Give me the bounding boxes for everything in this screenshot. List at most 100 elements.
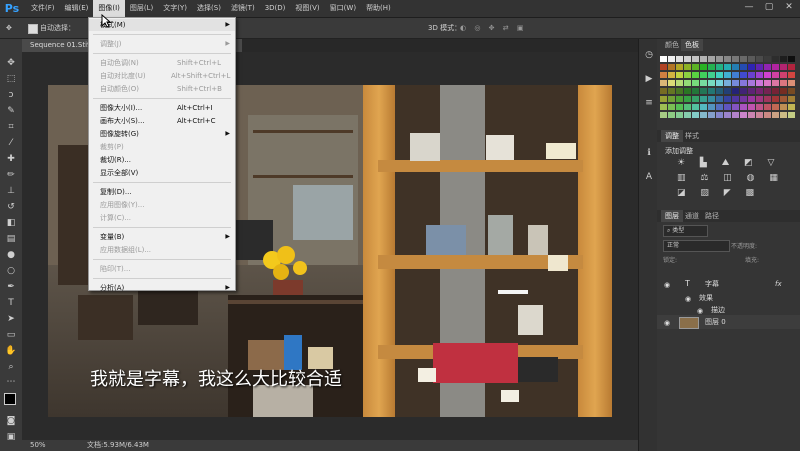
color-swatch[interactable] (708, 80, 715, 86)
color-swatch[interactable] (764, 96, 771, 102)
image-menu-item[interactable]: 裁切(R)... (89, 154, 235, 166)
tab-adjustments[interactable]: 调整 (661, 130, 683, 142)
color-swatch[interactable] (780, 96, 787, 102)
color-swatch[interactable] (780, 112, 787, 118)
color-swatch[interactable] (740, 72, 747, 78)
color-swatch[interactable] (748, 56, 755, 62)
tab-color[interactable]: 颜色 (661, 39, 683, 51)
quick-select-icon[interactable]: ✎ (3, 105, 19, 118)
color-swatch[interactable] (692, 112, 699, 118)
auto-select-checkbox[interactable] (28, 24, 38, 34)
color-swatch[interactable] (764, 64, 771, 70)
color-swatch[interactable] (716, 112, 723, 118)
tab-layers[interactable]: 图层 (661, 210, 683, 222)
color-swatch[interactable] (716, 104, 723, 110)
color-swatch[interactable] (684, 56, 691, 62)
color-swatch[interactable] (692, 88, 699, 94)
image-menu-item[interactable]: 显示全部(V) (89, 167, 235, 179)
image-menu-item[interactable]: 分析(A) ▶ (89, 282, 235, 294)
color-swatch[interactable] (708, 112, 715, 118)
color-swatch[interactable] (716, 88, 723, 94)
image-menu-item[interactable]: 图像旋转(G) ▶ (89, 128, 235, 140)
menu-8[interactable]: 视图(V) (290, 0, 324, 17)
layer-filter-kind[interactable]: ⌕ 类型 (663, 225, 708, 237)
color-swatch[interactable] (708, 104, 715, 110)
color-swatch[interactable] (772, 64, 779, 70)
color-swatch[interactable] (756, 96, 763, 102)
color-swatch[interactable] (772, 80, 779, 86)
visibility-eye-icon[interactable]: ◉ (664, 278, 674, 292)
color-swatch[interactable] (660, 64, 667, 70)
color-swatch[interactable] (740, 56, 747, 62)
adjustment-icons-row-2[interactable]: ▥ ⚖ ◫ ◍ ▦ (677, 173, 784, 183)
history-brush-icon[interactable]: ↺ (3, 201, 19, 214)
color-swatch[interactable] (788, 112, 795, 118)
color-swatch[interactable] (676, 112, 683, 118)
color-swatch[interactable] (732, 104, 739, 110)
color-swatch[interactable] (716, 96, 723, 102)
image-menu-item[interactable]: 图像大小(I)... Alt+Ctrl+I (89, 102, 235, 114)
color-swatch[interactable] (764, 104, 771, 110)
color-swatch[interactable] (788, 80, 795, 86)
maximize-button[interactable]: ▢ (762, 1, 776, 14)
foreground-color-swatch[interactable] (4, 393, 16, 405)
close-button[interactable]: ✕ (782, 1, 796, 14)
dodge-icon[interactable]: ○ (3, 265, 19, 278)
color-swatch[interactable] (732, 64, 739, 70)
color-swatch[interactable] (684, 96, 691, 102)
color-swatch[interactable] (684, 112, 691, 118)
color-swatch[interactable] (780, 72, 787, 78)
color-swatch[interactable] (780, 56, 787, 62)
color-swatch[interactable] (732, 88, 739, 94)
image-menu-item[interactable]: 画布大小(S)... Alt+Ctrl+C (89, 115, 235, 127)
color-swatch[interactable] (692, 56, 699, 62)
color-swatch[interactable] (708, 64, 715, 70)
color-swatch[interactable] (668, 72, 675, 78)
color-swatch[interactable] (724, 104, 731, 110)
color-swatch[interactable] (660, 104, 667, 110)
menu-0[interactable]: 文件(F) (26, 0, 60, 17)
color-swatch[interactable] (668, 88, 675, 94)
color-swatch[interactable] (788, 56, 795, 62)
zoom-level[interactable]: 50% (30, 440, 46, 451)
color-swatch[interactable] (740, 88, 747, 94)
image-menu-item[interactable]: 应用图像(Y)... (89, 199, 235, 211)
hand-icon[interactable]: ✋ (3, 345, 19, 358)
color-swatch[interactable] (772, 104, 779, 110)
actions-panel-icon[interactable]: ▶ (641, 73, 657, 86)
color-swatch[interactable] (668, 96, 675, 102)
color-swatch[interactable] (668, 80, 675, 86)
color-swatch[interactable] (764, 56, 771, 62)
blend-mode-select[interactable]: 正常 (663, 240, 730, 252)
color-swatch[interactable] (724, 88, 731, 94)
color-swatch[interactable] (684, 80, 691, 86)
color-swatch[interactable] (780, 104, 787, 110)
color-swatch[interactable] (692, 80, 699, 86)
tab-paths[interactable]: 路径 (701, 210, 723, 222)
properties-panel-icon[interactable]: ≡ (641, 97, 657, 110)
minimize-button[interactable]: — (742, 1, 756, 14)
color-swatch[interactable] (748, 112, 755, 118)
document-size-info[interactable]: 文档:5.93M/6.43M (87, 440, 149, 451)
color-swatch[interactable] (788, 72, 795, 78)
character-panel-icon[interactable]: A (641, 171, 657, 184)
swatch-grid[interactable] (660, 56, 796, 128)
image-menu-item[interactable]: 复制(D)... (89, 186, 235, 198)
color-swatch[interactable] (788, 88, 795, 94)
color-swatch[interactable] (748, 64, 755, 70)
image-menu-item[interactable]: 裁剪(P) (89, 141, 235, 153)
image-menu-item[interactable]: 调整(J) ▶ (89, 38, 235, 50)
color-swatch[interactable] (668, 56, 675, 62)
image-menu-item[interactable]: 应用数据组(L)... (89, 244, 235, 256)
color-swatch[interactable] (660, 80, 667, 86)
path-select-icon[interactable]: ➤ (3, 313, 19, 326)
color-swatch[interactable] (700, 112, 707, 118)
zoom-icon[interactable]: ⌕ (3, 361, 19, 374)
color-swatch[interactable] (748, 88, 755, 94)
color-swatch[interactable] (708, 88, 715, 94)
color-swatch[interactable] (684, 88, 691, 94)
adjustment-icons-row-1[interactable]: ☀ ▙ ⛰ ◩ ▽ (677, 158, 780, 168)
color-swatch[interactable] (724, 112, 731, 118)
color-swatch[interactable] (676, 64, 683, 70)
color-swatch[interactable] (732, 112, 739, 118)
